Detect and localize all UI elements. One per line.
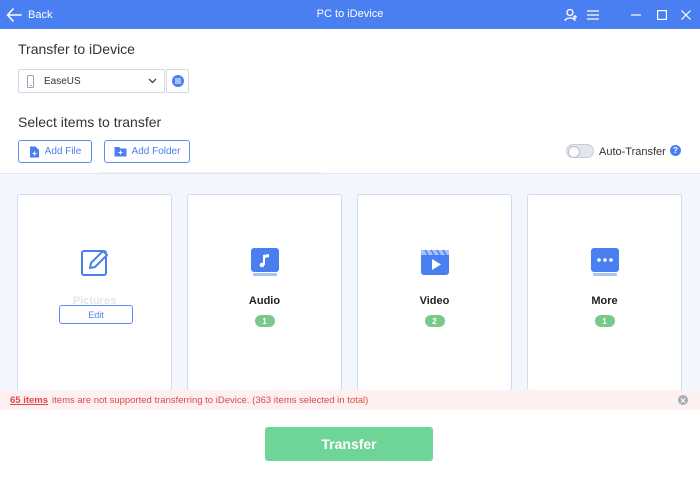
count-badge: 2 [424, 315, 445, 327]
phone-icon [27, 74, 34, 88]
bottom-bar: Transfer [0, 410, 700, 491]
chevron-down-icon [148, 78, 157, 84]
close-bar-icon[interactable] [678, 395, 688, 405]
help-icon[interactable]: ? [670, 145, 681, 156]
category-card-audio[interactable]: Audio 1 [187, 194, 342, 391]
category-area: Pictures Edit Audio 1 Video 2 More 1 [0, 173, 700, 391]
pencil-edit-icon [80, 250, 108, 276]
add-folder-button[interactable]: Add Folder [104, 140, 190, 163]
count-badge: 1 [594, 315, 615, 327]
back-arrow-icon [6, 7, 22, 22]
auto-transfer-label: Auto-Transfer [599, 146, 666, 158]
category-name: Audio [248, 295, 281, 307]
maximize-button[interactable] [652, 5, 672, 25]
unsupported-message: items are not supported transferring to … [52, 394, 369, 406]
add-file-icon [29, 146, 39, 157]
back-button[interactable]: Back [6, 4, 52, 25]
add-folder-icon [114, 147, 127, 157]
auto-transfer-toggle[interactable] [566, 144, 594, 158]
minimize-icon [631, 14, 641, 16]
back-label: Back [28, 8, 53, 21]
close-icon [681, 10, 691, 20]
category-card-video[interactable]: Video 2 [357, 194, 512, 391]
list-icon [171, 75, 184, 87]
user-button[interactable] [561, 5, 581, 25]
minimize-button[interactable] [626, 5, 646, 25]
add-file-label: Add File [44, 146, 82, 157]
close-button[interactable] [676, 5, 696, 25]
device-list-button[interactable] [166, 69, 189, 93]
device-name: EaseUS [44, 75, 81, 87]
title-bar: Back PC to iDevice [0, 0, 700, 29]
music-icon [250, 248, 279, 276]
video-play-icon [420, 249, 449, 275]
maximize-icon [657, 10, 667, 20]
category-card-pictures[interactable]: Pictures Edit [17, 194, 172, 391]
transfer-button[interactable]: Transfer [265, 427, 433, 461]
menu-button[interactable] [583, 5, 603, 25]
select-heading: Select items to transfer [18, 114, 162, 130]
unsupported-items-bar: 65 items items are not supported transfe… [0, 390, 700, 410]
menu-icon [587, 10, 599, 20]
add-file-button[interactable]: Add File [18, 140, 92, 163]
edit-button[interactable]: Edit [59, 305, 133, 324]
category-name: More [591, 295, 618, 307]
user-icon [564, 8, 577, 22]
unsupported-count-link[interactable]: 65 items [10, 395, 48, 406]
add-folder-label: Add Folder [131, 146, 181, 157]
category-card-more[interactable]: More 1 [527, 194, 682, 391]
count-badge: 1 [254, 315, 275, 327]
more-dots-icon [590, 248, 619, 276]
device-select[interactable]: EaseUS [18, 69, 165, 93]
transfer-heading: Transfer to iDevice [18, 41, 135, 57]
category-name: Video [419, 295, 450, 307]
top-panel: Transfer to iDevice EaseUS Select items … [0, 29, 700, 172]
